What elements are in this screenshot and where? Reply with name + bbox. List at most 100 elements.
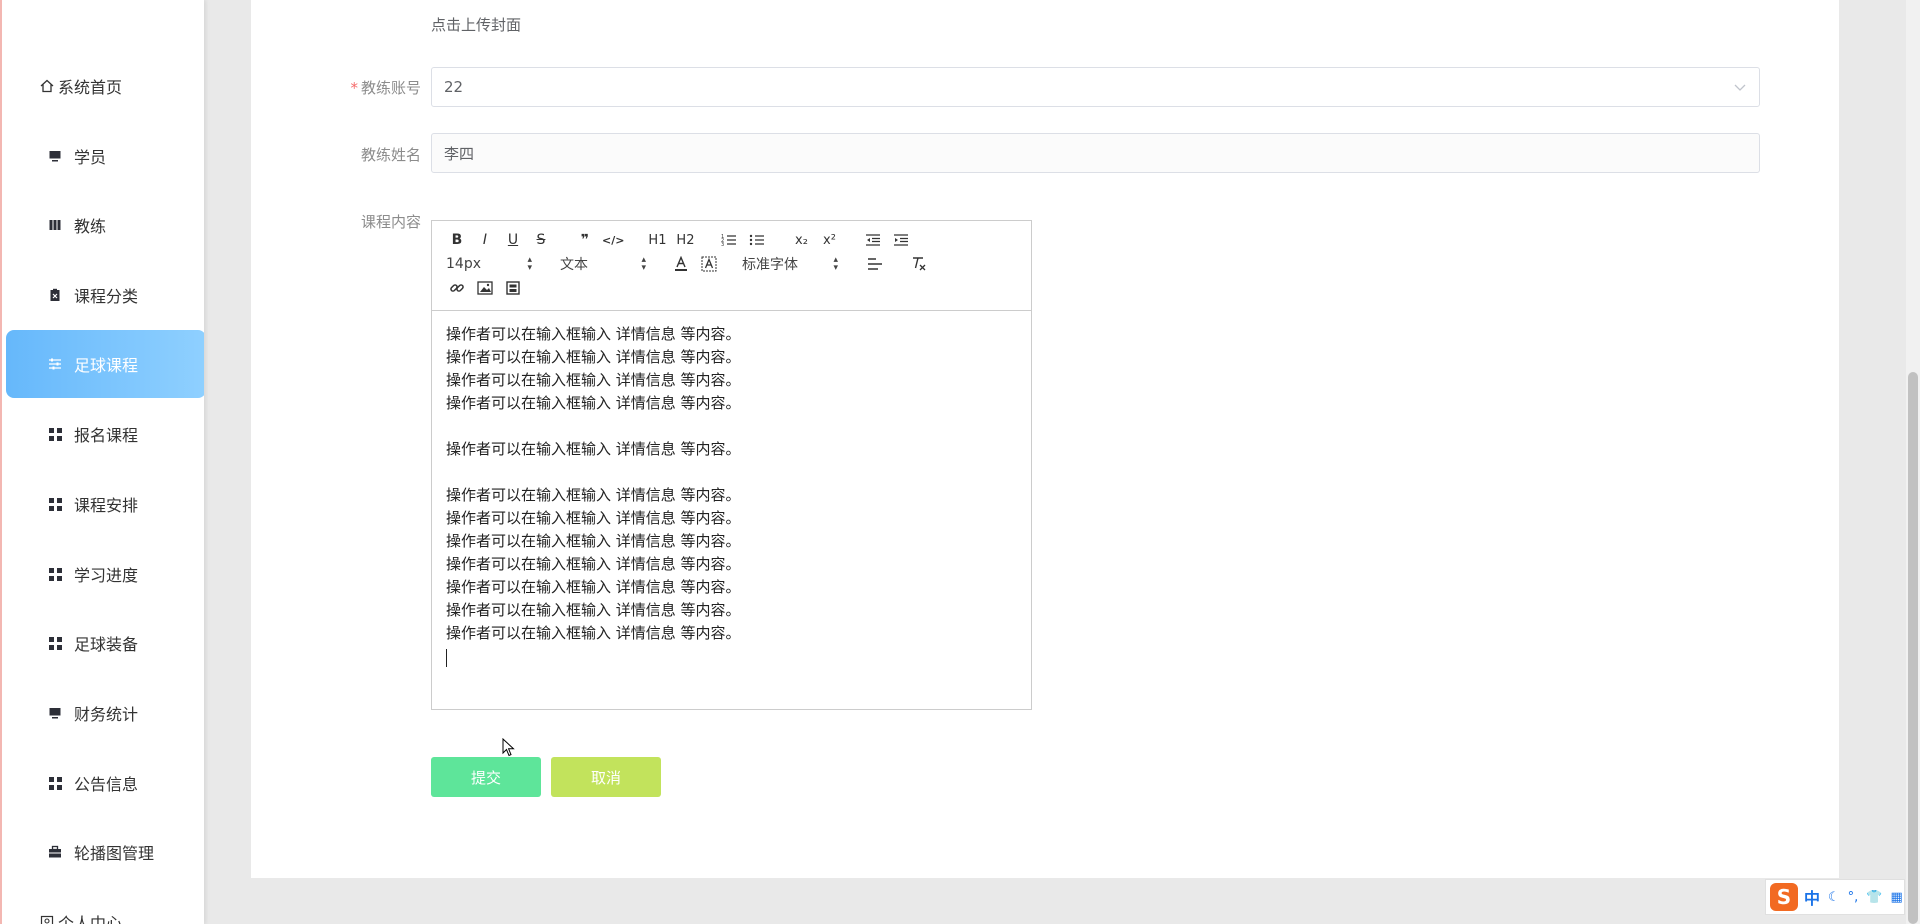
sidebar-item-course-category[interactable]: 课程分类 (6, 261, 204, 329)
content-line: 操作者可以在输入框输入 详情信息 等内容。 (446, 486, 741, 504)
rich-text-editor[interactable]: B I U S ❞ </> H1 H2 123 x₂ x² 14px ▴ ▾ 文… (431, 220, 1032, 710)
content-line: 操作者可以在输入框输入 详情信息 等内容。 (446, 509, 741, 527)
superscript-button[interactable]: x² (818, 229, 840, 251)
coach-name-field[interactable]: 李四 (431, 133, 1760, 173)
sidebar-item-learning-progress[interactable]: 学习进度 (6, 540, 204, 608)
outdent-icon[interactable] (862, 229, 884, 251)
svg-text:3: 3 (721, 242, 724, 247)
content-line: 操作者可以在输入框输入 详情信息 等内容。 (446, 624, 741, 642)
submit-button[interactable]: 提交 (431, 757, 541, 797)
video-icon[interactable] (502, 277, 524, 299)
sidebar-item-label: 课程分类 (74, 287, 139, 306)
upload-cover-link[interactable]: 点击上传封面 (431, 14, 521, 35)
sidebar-item-carousel[interactable]: 轮播图管理 (6, 818, 204, 886)
ime-toolbar[interactable]: S 中 ☾ °, 👕 ▦ (1765, 879, 1905, 915)
sidebar-item-label: 报名课程 (74, 426, 139, 445)
editor-content[interactable]: 操作者可以在输入框输入 详情信息 等内容。 操作者可以在输入框输入 详情信息 等… (432, 311, 1031, 686)
sidebar-item-profile[interactable]: 个人中心 (6, 888, 204, 924)
sidebar-item-label: 公告信息 (74, 775, 139, 794)
sidebar-item-announcements[interactable]: 公告信息 (6, 749, 204, 817)
coach-name-value: 李四 (444, 144, 475, 163)
text-caret (446, 649, 447, 667)
bullet-list-icon[interactable] (746, 229, 768, 251)
blockquote-button[interactable]: ❞ (574, 229, 596, 251)
background-color-icon[interactable] (698, 253, 720, 275)
content-line: 操作者可以在输入框输入 详情信息 等内容。 (446, 371, 741, 389)
sidebar-item-coaches[interactable]: 教练 (6, 191, 204, 259)
font-color-icon[interactable] (670, 253, 692, 275)
monitor-icon (48, 149, 62, 163)
link-icon[interactable] (446, 277, 468, 299)
content-line: 操作者可以在输入框输入 详情信息 等内容。 (446, 601, 741, 619)
code-block-button[interactable]: </> (602, 229, 624, 251)
grid-icon (48, 497, 62, 511)
header-select[interactable]: 文本 ▴ ▾ (560, 254, 646, 274)
sidebar-item-label: 轮播图管理 (74, 844, 155, 863)
indent-icon[interactable] (890, 229, 912, 251)
font-family-select[interactable]: 标准字体 ▴ ▾ (742, 254, 838, 274)
person-icon (40, 915, 54, 924)
content-line: 操作者可以在输入框输入 详情信息 等内容。 (446, 325, 741, 343)
sogou-logo-icon[interactable]: S (1770, 883, 1798, 911)
coach-account-label: * 教练账号 (350, 79, 421, 97)
home-icon (40, 79, 54, 93)
sidebar-item-students[interactable]: 学员 (6, 122, 204, 190)
header2-button[interactable]: H2 (674, 229, 696, 251)
content-line: 操作者可以在输入框输入 详情信息 等内容。 (446, 555, 741, 573)
cancel-button[interactable]: 取消 (551, 757, 661, 797)
scrollbar-thumb[interactable] (1908, 372, 1918, 924)
briefcase-icon (48, 845, 62, 859)
coach-account-select[interactable]: 22 (431, 67, 1760, 107)
sidebar-item-label: 学员 (74, 148, 107, 167)
punctuation-icon[interactable]: °, (1848, 890, 1859, 905)
clear-format-icon[interactable] (908, 253, 930, 275)
sidebar-item-enroll-course[interactable]: 报名课程 (6, 400, 204, 468)
underline-button[interactable]: U (502, 229, 524, 251)
grid-menu-icon[interactable]: ▦ (1891, 890, 1903, 905)
grid-icon (48, 427, 62, 441)
bold-button[interactable]: B (446, 229, 468, 251)
content-line: 操作者可以在输入框输入 详情信息 等内容。 (446, 394, 741, 412)
book-icon (48, 218, 62, 232)
content-line: 操作者可以在输入框输入 详情信息 等内容。 (446, 348, 741, 366)
align-left-icon[interactable] (864, 253, 886, 275)
sidebar-item-label: 系统首页 (58, 78, 123, 97)
mouse-cursor-icon (502, 737, 516, 758)
sidebar-item-football-course[interactable]: 足球课程 (6, 330, 204, 398)
subscript-button[interactable]: x₂ (790, 229, 812, 251)
required-mark: * (350, 79, 358, 97)
course-content-label: 课程内容 (360, 213, 421, 231)
shirt-icon[interactable]: 👕 (1866, 890, 1882, 905)
sidebar-item-finance-stats[interactable]: 财务统计 (6, 679, 204, 747)
coach-name-label: 教练姓名 (360, 146, 421, 164)
italic-button[interactable]: I (474, 229, 496, 251)
header1-button[interactable]: H1 (646, 229, 668, 251)
ime-mode[interactable]: 中 (1804, 885, 1820, 909)
sidebar-item-label: 课程安排 (74, 496, 139, 515)
select-arrows-icon: ▴ ▾ (641, 255, 646, 273)
sidebar: 系统首页 学员 教练 课程分类 足球课程 报名课程 课程安排 学习进度 足球装备… (0, 0, 204, 924)
ordered-list-icon[interactable]: 123 (718, 229, 740, 251)
sidebar-item-label: 个人中心 (58, 914, 123, 924)
image-icon[interactable] (474, 277, 496, 299)
page-scrollbar[interactable] (1906, 0, 1920, 924)
sidebar-item-home[interactable]: 系统首页 (6, 52, 204, 120)
strike-button[interactable]: S (530, 229, 552, 251)
content-line: 操作者可以在输入框输入 详情信息 等内容。 (446, 440, 741, 458)
sidebar-item-label: 足球课程 (74, 356, 139, 375)
clipboard-icon (48, 288, 62, 302)
coach-account-value: 22 (444, 78, 464, 96)
moon-icon[interactable]: ☾ (1828, 890, 1840, 905)
chevron-down-icon (1733, 80, 1747, 94)
font-size-select[interactable]: 14px ▴ ▾ (446, 256, 532, 273)
sliders-icon (48, 357, 62, 371)
grid-icon (48, 776, 62, 790)
sidebar-item-football-equipment[interactable]: 足球装备 (6, 609, 204, 677)
editor-toolbar: B I U S ❞ </> H1 H2 123 x₂ x² 14px ▴ ▾ 文… (432, 221, 1031, 311)
sidebar-item-label: 足球装备 (74, 635, 139, 654)
sidebar-item-course-schedule[interactable]: 课程安排 (6, 470, 204, 538)
select-arrows-icon: ▴ ▾ (833, 255, 838, 273)
sidebar-item-label: 学习进度 (74, 566, 139, 585)
